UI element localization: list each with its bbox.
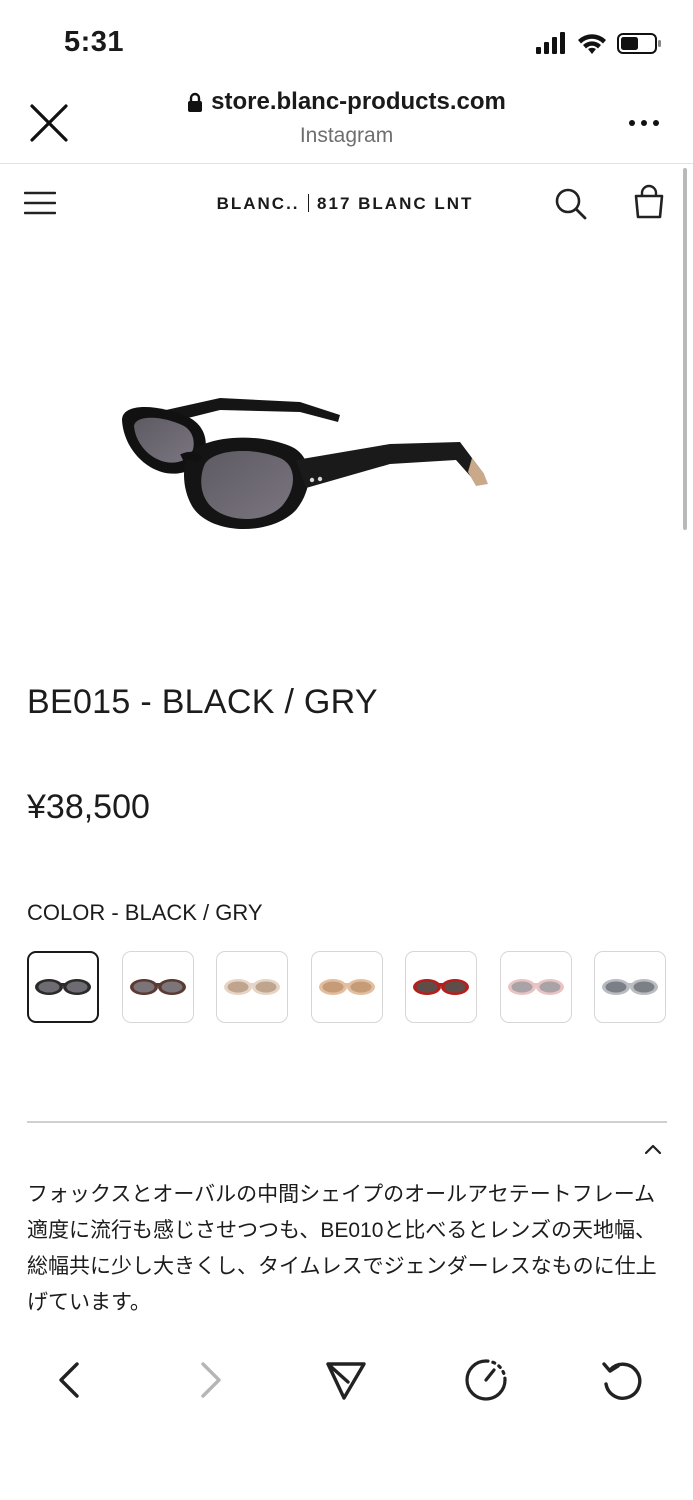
- product-image[interactable]: [100, 360, 520, 560]
- color-swatch-black-gry[interactable]: [27, 951, 99, 1023]
- hamburger-menu-icon[interactable]: [24, 189, 56, 217]
- chevron-left-icon[interactable]: [46, 1356, 94, 1404]
- brand-name-blanc: BLANC..: [216, 194, 300, 213]
- cellular-signal-icon: [536, 32, 565, 54]
- sunglasses-thumbnail: [130, 979, 186, 995]
- chevron-right-icon[interactable]: [186, 1356, 234, 1404]
- color-swatch-beige-brown[interactable]: [311, 951, 383, 1023]
- brand-separator: [307, 194, 310, 212]
- description-line-1: フォックスとオーバルの中間シェイプのオールアセテートフレーム: [27, 1183, 656, 1206]
- shopping-bag-icon[interactable]: [632, 184, 666, 220]
- sunglasses-thumbnail: [35, 979, 91, 995]
- url-subtitle: Instagram: [299, 124, 394, 147]
- more-icon[interactable]: [624, 110, 664, 136]
- chevron-up-icon[interactable]: [640, 1138, 666, 1160]
- wifi-icon: [578, 34, 606, 54]
- reload-icon[interactable]: [598, 1356, 646, 1404]
- search-icon[interactable]: [552, 185, 588, 221]
- color-swatch-red-gry[interactable]: [405, 951, 477, 1023]
- description-line-2: 適度に流行も感じさせつつも、BE010と比べるとレンズの天地幅、総幅共に少し大き…: [27, 1219, 657, 1314]
- sunglasses-thumbnail: [602, 979, 658, 995]
- header-divider: [0, 163, 693, 164]
- sunglasses-thumbnail: [508, 979, 564, 995]
- color-label: COLOR - BLACK / GRY: [27, 900, 263, 925]
- color-swatches: [27, 951, 667, 1025]
- color-swatch-pink-gry[interactable]: [500, 951, 572, 1023]
- scroll-indicator: [683, 168, 687, 530]
- url-domain: store.blanc-products.com: [211, 88, 506, 115]
- color-swatch-clear-beige[interactable]: [216, 951, 288, 1023]
- sunglasses-thumbnail: [413, 979, 469, 995]
- url-bar[interactable]: store.blanc-products.com: [0, 88, 693, 116]
- send-icon[interactable]: [322, 1356, 370, 1404]
- status-time: 5:31: [64, 26, 125, 58]
- battery-icon: [617, 33, 661, 54]
- status-icons: [536, 32, 661, 54]
- color-swatch-brown-gry[interactable]: [122, 951, 194, 1023]
- sunglasses-thumbnail: [319, 979, 375, 995]
- product-price: ¥38,500: [27, 788, 150, 826]
- lock-icon: [188, 92, 203, 112]
- brand-logo[interactable]: BLANC.. 817 BLANC LNT: [180, 190, 510, 218]
- gauge-icon[interactable]: [462, 1356, 510, 1404]
- color-swatch-clear-gry[interactable]: [594, 951, 666, 1023]
- sunglasses-thumbnail: [224, 979, 280, 995]
- brand-name-lnt: 817 BLANC LNT: [317, 194, 474, 213]
- product-description: フォックスとオーバルの中間シェイプのオールアセテートフレーム 適度に流行も感じさ…: [27, 1177, 667, 1339]
- product-title: BE015 - BLACK / GRY: [27, 683, 378, 721]
- accordion-divider: [27, 1121, 667, 1123]
